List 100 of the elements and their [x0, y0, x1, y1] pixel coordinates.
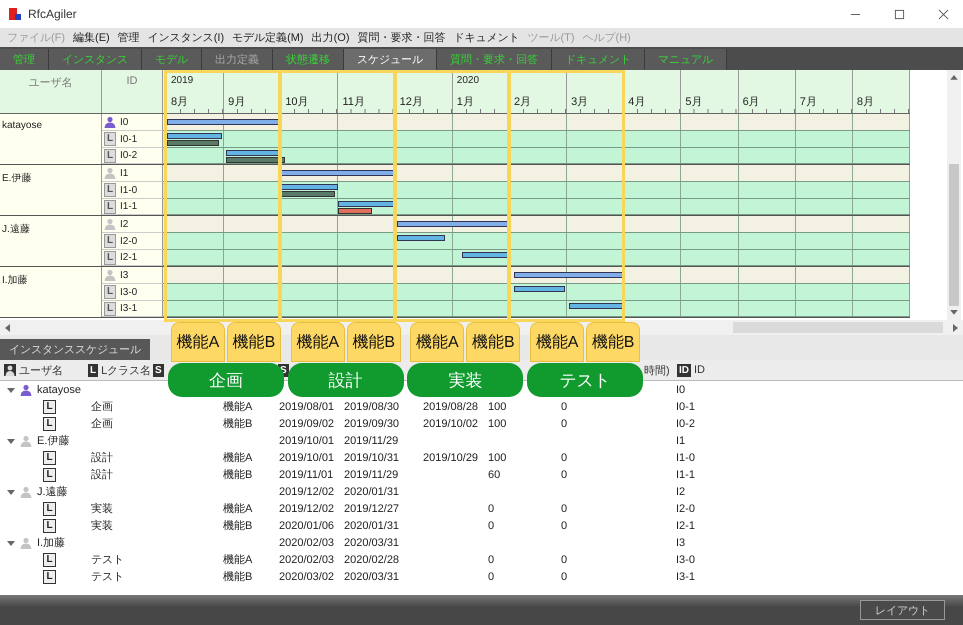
- class-name: 設計: [91, 469, 113, 481]
- class-icon: L: [43, 468, 56, 482]
- end-date: 2020/01/31: [344, 520, 400, 532]
- actual-end-date: 2019/10/02: [423, 418, 478, 430]
- scroll-down-icon[interactable]: [950, 310, 958, 316]
- table-cell: 0: [561, 452, 568, 464]
- start-date: 2019/11/01: [279, 468, 334, 480]
- vertical-scrollbar[interactable]: [947, 70, 961, 320]
- user-icon: [4, 364, 16, 376]
- start-date: 2020/02/03: [279, 554, 334, 566]
- function-name: 機能B: [223, 418, 252, 430]
- instance-id: I3-1: [676, 570, 695, 582]
- instance-id: I0: [120, 116, 128, 128]
- expand-toggle-icon[interactable]: [7, 538, 15, 546]
- actual-bar: [281, 191, 335, 197]
- start-date: 2019/10/01: [279, 452, 334, 464]
- column-header: ユーザ名: [19, 364, 63, 378]
- panel-tab[interactable]: インスタンススケジュール: [0, 339, 150, 360]
- scroll-left-icon[interactable]: [4, 324, 10, 332]
- month-label: 11月: [342, 95, 365, 109]
- class-icon: L: [104, 200, 116, 214]
- month-label: 9月: [228, 95, 246, 109]
- menu-item[interactable]: 編集(E): [73, 30, 110, 45]
- tab[interactable]: 管理: [0, 49, 49, 70]
- class-icon: L: [43, 450, 56, 464]
- start-date: 2020/02/03: [279, 536, 334, 548]
- app-icon: [8, 7, 22, 21]
- plan-bar: [514, 286, 566, 292]
- menu-item[interactable]: 質問・要求・回答: [358, 30, 446, 45]
- menu-item[interactable]: 出力(O): [312, 30, 350, 45]
- instance-id: I1-0: [676, 452, 695, 464]
- phase-label: 設計: [288, 363, 404, 397]
- instance-id: I2-1: [676, 520, 695, 532]
- user-name: I.加藤: [0, 267, 102, 317]
- layout-button[interactable]: レイアウト: [860, 600, 945, 620]
- instance-id: I1-0: [120, 184, 138, 196]
- instance-id: I3-0: [120, 286, 138, 298]
- tab[interactable]: モデル: [142, 49, 202, 70]
- menu-item[interactable]: インスタンス(I): [148, 30, 224, 45]
- start-date: 2020/03/02: [279, 570, 334, 582]
- expand-toggle-icon[interactable]: [7, 386, 15, 394]
- user-name: E.伊藤: [0, 165, 102, 215]
- table-cell: 0: [561, 570, 568, 582]
- letter-icon: L: [88, 364, 98, 376]
- instance-id: I2: [120, 218, 128, 230]
- plan-bar: [167, 133, 222, 139]
- start-date: 2019/09/02: [279, 418, 334, 430]
- plan-bar: [397, 235, 446, 241]
- phase-label: テスト: [527, 363, 644, 397]
- menu-item[interactable]: ドキュメント: [454, 30, 520, 45]
- expand-toggle-icon[interactable]: [7, 488, 15, 496]
- function-name: 機能B: [223, 571, 252, 583]
- instance-id: I3: [676, 536, 686, 548]
- function-name: 機能B: [223, 520, 252, 532]
- user-name: E.伊藤: [37, 434, 70, 448]
- month-label: 7月: [800, 95, 817, 109]
- class-name: テスト: [91, 554, 124, 566]
- month-label: 4月: [628, 95, 646, 109]
- class-icon: L: [104, 302, 116, 316]
- table-cell: 0: [561, 502, 568, 514]
- class-icon: L: [43, 502, 56, 516]
- month-label: 2月: [514, 95, 532, 109]
- instance-id: I2-0: [676, 502, 695, 514]
- month-label: 6月: [742, 95, 760, 109]
- progress-value: 0: [488, 520, 494, 532]
- end-date: 2019/10/31: [344, 452, 400, 464]
- tab[interactable]: ドキュメント: [552, 49, 645, 70]
- expand-toggle-icon[interactable]: [7, 436, 15, 444]
- tab[interactable]: 状態遷移: [273, 49, 344, 70]
- month-label: 8月: [171, 95, 188, 109]
- feature-tag: 機能B: [466, 322, 520, 362]
- plan-bar: [462, 252, 510, 258]
- tab[interactable]: インスタンス: [49, 49, 142, 70]
- class-name: 企画: [91, 418, 113, 430]
- function-name: 機能A: [223, 401, 252, 413]
- class-icon: L: [104, 132, 116, 146]
- menu-item[interactable]: モデル定義(M): [232, 30, 304, 45]
- column-header: ID: [694, 364, 705, 376]
- feature-tag: 機能B: [227, 322, 281, 362]
- instance-id: I1: [120, 168, 128, 178]
- start-date: 2019/10/01: [279, 434, 334, 446]
- end-date: 2020/03/31: [344, 570, 400, 582]
- scroll-right-icon[interactable]: [953, 324, 959, 332]
- close-icon[interactable]: [938, 8, 949, 20]
- plan-bar: [568, 303, 624, 309]
- progress-value: 0: [488, 570, 494, 582]
- table-cell: 0: [561, 554, 568, 566]
- menu-item[interactable]: 管理: [118, 30, 140, 45]
- month-label: 3月: [571, 95, 588, 109]
- tab[interactable]: 質問・要求・回答: [437, 49, 552, 70]
- scroll-up-icon[interactable]: [950, 74, 958, 80]
- month-label: 5月: [685, 95, 703, 109]
- class-icon: L: [43, 518, 56, 532]
- maximize-icon[interactable]: [894, 8, 905, 20]
- class-icon: L: [43, 416, 56, 430]
- tab[interactable]: スケジュール: [344, 49, 437, 70]
- tab[interactable]: マニュアル: [645, 49, 727, 70]
- instance-id: I1-1: [676, 468, 695, 480]
- start-date: 2019/12/02: [279, 502, 334, 514]
- instance-id: I3: [120, 270, 128, 280]
